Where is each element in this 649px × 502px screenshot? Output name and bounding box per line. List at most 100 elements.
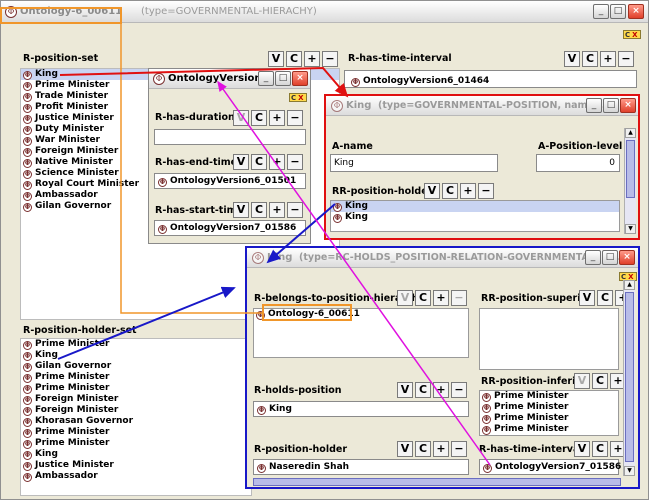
main-titlebar[interactable]: Φ Ontology-6_00611 (type=GOVERNMENTAL-HI…: [1, 1, 648, 23]
position-set-c-button[interactable]: C: [286, 51, 302, 67]
scroll-thumb[interactable]: [626, 140, 635, 198]
start-time-remove-button[interactable]: −: [287, 202, 303, 218]
list-item[interactable]: Φ Foreign Minister: [21, 394, 251, 405]
list-item[interactable]: Φ King: [331, 212, 619, 223]
list-item[interactable]: Φ King: [21, 449, 251, 460]
inferior-list[interactable]: Φ Prime Minister Φ Prime Minister Φ Prime Min…: [479, 390, 619, 436]
interval-c-button[interactable]: C: [592, 441, 608, 457]
position-set-remove-button[interactable]: −: [322, 51, 338, 67]
scroll-down-arrow[interactable]: ▼: [625, 224, 636, 234]
relation-scrollbar[interactable]: ▲ ▼: [623, 280, 635, 476]
start-time-v-button[interactable]: V: [233, 202, 249, 218]
interval-v-button[interactable]: V: [574, 441, 590, 457]
maximize-button[interactable]: □: [602, 250, 618, 265]
end-time-v-button[interactable]: V: [233, 154, 249, 170]
holder-add-button[interactable]: +: [433, 441, 449, 457]
position-set-add-button[interactable]: +: [304, 51, 320, 67]
list-item[interactable]: Φ Prime Minister: [21, 339, 251, 350]
inferior-c-button[interactable]: C: [592, 373, 608, 389]
holder-v-button[interactable]: V: [397, 441, 413, 457]
holds-position-field[interactable]: Φ King: [253, 401, 469, 417]
c-x-toggle[interactable]: CX: [289, 93, 307, 102]
rr-holder-remove-button[interactable]: −: [478, 183, 494, 199]
list-item[interactable]: Φ Prime Minister: [21, 383, 251, 394]
list-item[interactable]: Φ Prime Minister: [21, 372, 251, 383]
c-x-toggle[interactable]: CX: [623, 30, 641, 39]
list-item[interactable]: Φ Foreign Minister: [21, 405, 251, 416]
rel-interval-field[interactable]: Φ OntologyVersion7_01586: [479, 459, 621, 475]
belongs-c-button[interactable]: C: [415, 290, 431, 306]
minimize-button[interactable]: _: [593, 4, 609, 19]
holds-add-button[interactable]: +: [433, 382, 449, 398]
scroll-up-arrow[interactable]: ▲: [625, 128, 636, 138]
belongs-v-button[interactable]: V: [397, 290, 413, 306]
position-holder-field[interactable]: Φ Naseredin Shah: [253, 459, 469, 475]
duration-remove-button[interactable]: −: [287, 110, 303, 126]
duration-c-button[interactable]: C: [251, 110, 267, 126]
holds-v-button[interactable]: V: [397, 382, 413, 398]
maximize-button[interactable]: □: [610, 4, 626, 19]
time-interval-remove-button[interactable]: −: [618, 51, 634, 67]
list-item[interactable]: Φ Prime Minister: [21, 438, 251, 449]
rr-holder-c-button[interactable]: C: [442, 183, 458, 199]
close-button[interactable]: ×: [292, 71, 308, 86]
scroll-thumb[interactable]: [625, 292, 634, 462]
rr-holder-list[interactable]: Φ King Φ King: [330, 200, 620, 232]
minimize-button[interactable]: _: [585, 250, 601, 265]
position-level-field[interactable]: 0: [536, 154, 620, 172]
holder-remove-button[interactable]: −: [451, 441, 467, 457]
holder-c-button[interactable]: C: [415, 441, 431, 457]
list-item[interactable]: Φ Prime Minister: [21, 427, 251, 438]
end-time-remove-button[interactable]: −: [287, 154, 303, 170]
belongs-remove-button[interactable]: −: [451, 290, 467, 306]
close-button[interactable]: ×: [620, 98, 636, 113]
inferior-v-button[interactable]: V: [574, 373, 590, 389]
time-interval-add-button[interactable]: +: [600, 51, 616, 67]
close-button[interactable]: ×: [619, 250, 635, 265]
relation-titlebar[interactable]: Φ King (type=RC-HOLDS_POSITION-RELATION-…: [247, 248, 638, 268]
duration-add-button[interactable]: +: [269, 110, 285, 126]
list-item[interactable]: Φ Khorasan Governor: [21, 416, 251, 427]
start-time-field[interactable]: Φ OntologyVersion7_01586: [154, 220, 306, 236]
superior-v-button[interactable]: V: [579, 290, 595, 306]
list-item[interactable]: Φ Prime Minister: [480, 413, 618, 424]
relation-hscrollbar[interactable]: [253, 478, 621, 486]
superior-list[interactable]: [479, 308, 619, 370]
end-time-c-button[interactable]: C: [251, 154, 267, 170]
time-interval-c-button[interactable]: C: [582, 51, 598, 67]
end-time-add-button[interactable]: +: [269, 154, 285, 170]
duration-field[interactable]: [154, 129, 306, 145]
king-titlebar[interactable]: Φ King (type=GOVERNMENTAL-POSITION, name…: [326, 96, 638, 116]
start-time-c-button[interactable]: C: [251, 202, 267, 218]
start-time-add-button[interactable]: +: [269, 202, 285, 218]
list-item[interactable]: Φ King: [21, 350, 251, 361]
duration-v-button[interactable]: V: [233, 110, 249, 126]
belongs-list[interactable]: Φ Ontology-6_00611: [253, 308, 469, 358]
scroll-down-arrow[interactable]: ▼: [624, 466, 635, 476]
holds-c-button[interactable]: C: [415, 382, 431, 398]
list-item[interactable]: Φ King: [331, 201, 619, 212]
list-item[interactable]: Φ Ontology-6_00611: [254, 309, 468, 320]
holder-set-list[interactable]: Φ Prime Minister Φ King Φ Gilan Governor Φ Prim…: [20, 338, 252, 496]
time-interval-v-button[interactable]: V: [564, 51, 580, 67]
scroll-up-arrow[interactable]: ▲: [624, 280, 635, 290]
king-scrollbar[interactable]: ▲ ▼: [624, 128, 636, 234]
minimize-button[interactable]: _: [586, 98, 602, 113]
version-titlebar[interactable]: Φ OntologyVersion... _ □ ×: [149, 69, 310, 89]
end-time-field[interactable]: Φ OntologyVersion6_01501: [154, 173, 306, 189]
rr-holder-v-button[interactable]: V: [424, 183, 440, 199]
list-item[interactable]: Φ Justice Minister: [21, 460, 251, 471]
close-button[interactable]: ×: [628, 4, 644, 19]
list-item[interactable]: Φ Prime Minister: [480, 424, 618, 435]
belongs-add-button[interactable]: +: [433, 290, 449, 306]
list-item[interactable]: Φ Prime Minister: [480, 402, 618, 413]
maximize-button[interactable]: □: [603, 98, 619, 113]
list-item[interactable]: Φ Ambassador: [21, 471, 251, 482]
a-name-field[interactable]: King: [330, 154, 498, 172]
holds-remove-button[interactable]: −: [451, 382, 467, 398]
rr-holder-add-button[interactable]: +: [460, 183, 476, 199]
superior-c-button[interactable]: C: [597, 290, 613, 306]
minimize-button[interactable]: _: [258, 71, 274, 86]
list-item[interactable]: Φ Prime Minister: [480, 391, 618, 402]
time-interval-field[interactable]: Φ OntologyVersion6_01464: [344, 70, 637, 88]
